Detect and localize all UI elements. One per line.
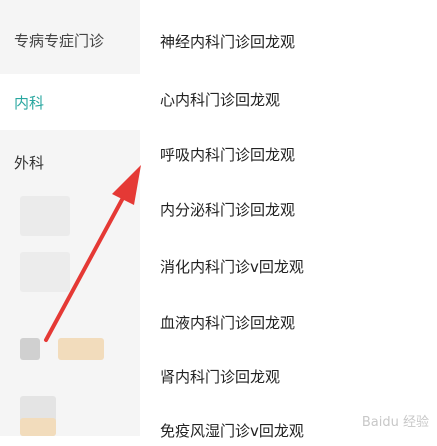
clinic-item-gastroenterology[interactable]: 消化内科门诊v回龙观: [160, 252, 304, 282]
sidebar-item-surgery[interactable]: 外科: [0, 134, 140, 190]
clinic-item-respiratory[interactable]: 呼吸内科门诊回龙观: [160, 140, 295, 170]
clinic-item-label: 血液内科门诊回龙观: [160, 314, 296, 332]
sidebar-item-label: 内科: [14, 93, 45, 112]
clinic-item-nephrology[interactable]: 肾内科门诊回龙观: [160, 362, 280, 392]
sidebar-item-label: 外科: [14, 153, 45, 172]
clinic-item-hematology[interactable]: 血液内科门诊回龙观: [160, 308, 295, 338]
baidu-watermark: Baidu 经验: [362, 411, 429, 430]
blurred-sidebar-item: [20, 338, 40, 360]
department-sidebar: 专病专症门诊 内科 外科: [0, 0, 140, 436]
blurred-sidebar-item: [20, 252, 70, 292]
clinic-item-neurology[interactable]: 神经内科门诊回龙观: [160, 27, 295, 57]
clinic-item-label: 免疫风湿门诊v回龙观: [160, 422, 304, 440]
clinic-item-rheumatology[interactable]: 免疫风湿门诊v回龙观: [160, 416, 304, 446]
clinic-item-label: 心内科门诊回龙观: [160, 91, 281, 109]
clinic-item-label: 肾内科门诊回龙观: [160, 368, 281, 386]
sidebar-item-special-clinic[interactable]: 专病专症门诊: [0, 12, 140, 68]
sidebar-item-label: 专病专症门诊: [14, 31, 105, 50]
clinic-item-label: 内分泌科门诊回龙观: [160, 201, 296, 219]
clinic-item-label: 呼吸内科门诊回龙观: [160, 146, 296, 164]
sidebar-item-internal-medicine[interactable]: 内科: [0, 74, 140, 130]
blurred-sidebar-item: [58, 338, 104, 360]
clinic-item-label: 神经内科门诊回龙观: [160, 33, 296, 51]
blurred-sidebar-item: [20, 418, 56, 436]
watermark-text: Baidu 经验: [361, 415, 429, 430]
blurred-sidebar-item: [20, 196, 70, 236]
clinic-item-cardiology[interactable]: 心内科门诊回龙观: [160, 85, 280, 115]
clinic-item-label: 消化内科门诊v回龙观: [160, 258, 304, 276]
clinic-item-endocrinology[interactable]: 内分泌科门诊回龙观: [160, 195, 295, 225]
